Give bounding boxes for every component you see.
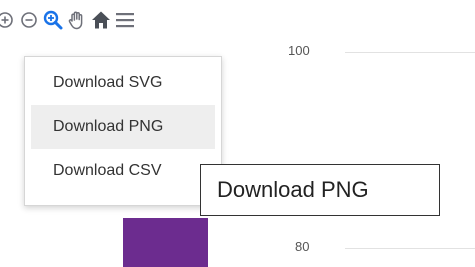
- gridline: [345, 52, 475, 53]
- tooltip: Download PNG: [200, 164, 440, 216]
- zoom-in-button[interactable]: [0, 7, 16, 33]
- download-csv-menu-item[interactable]: Download CSV: [31, 149, 215, 193]
- menu-hamburger-icon: [116, 13, 134, 28]
- zoom-selection-icon: [43, 10, 63, 30]
- home-reset-icon: [92, 11, 110, 29]
- pan-hand-icon: [68, 11, 83, 30]
- zoom-selection-button[interactable]: [42, 7, 64, 33]
- gridline: [345, 248, 475, 249]
- pan-button[interactable]: [66, 7, 88, 33]
- chart-toolbar: [0, 6, 136, 34]
- chart-area: 100 80 Download SVG Download PNG Downloa…: [0, 0, 475, 267]
- y-axis-tick-label: 80: [295, 239, 310, 254]
- chart-bar: [123, 218, 208, 267]
- zoom-in-icon: [0, 12, 13, 28]
- reset-zoom-button[interactable]: [90, 7, 112, 33]
- zoom-out-button[interactable]: [18, 7, 40, 33]
- menu-button[interactable]: [114, 7, 136, 33]
- zoom-out-icon: [21, 12, 37, 28]
- export-menu: Download SVG Download PNG Download CSV: [24, 56, 222, 206]
- download-svg-menu-item[interactable]: Download SVG: [31, 61, 215, 105]
- y-axis-tick-label: 100: [288, 43, 310, 58]
- download-png-menu-item[interactable]: Download PNG: [31, 105, 215, 149]
